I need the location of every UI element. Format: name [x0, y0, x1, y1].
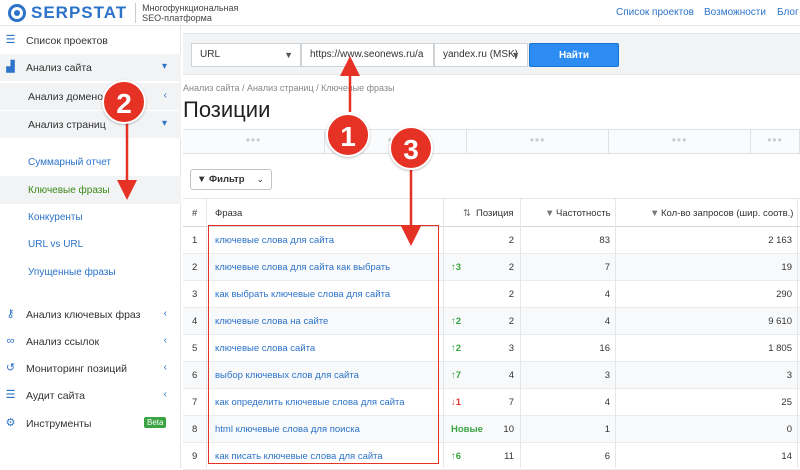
- annotation-badge-3: 3: [389, 126, 433, 170]
- annotation-badge-2: 2: [102, 80, 146, 124]
- annotation-arrows: [117, 56, 421, 246]
- annotation-badge-1: 1: [326, 113, 370, 157]
